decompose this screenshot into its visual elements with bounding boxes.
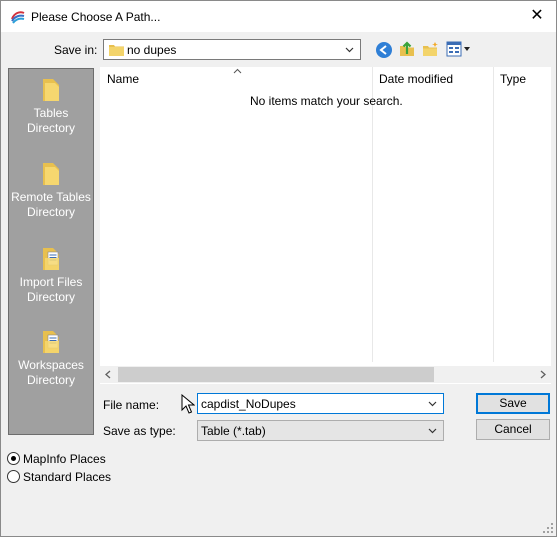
save-in-value: no dupes <box>127 43 177 57</box>
place-label: Remote Tables Directory <box>11 190 91 219</box>
save-in-combobox[interactable]: no dupes <box>103 39 361 60</box>
radio-selected-dot <box>11 456 16 461</box>
horizontal-scrollbar[interactable] <box>100 366 551 383</box>
place-workspaces-directory[interactable]: Workspaces Directory <box>9 329 93 388</box>
radio-mapinfo-places[interactable]: MapInfo Places <box>7 451 117 467</box>
new-folder-icon[interactable] <box>422 40 440 58</box>
save-button[interactable]: Save <box>476 393 550 414</box>
file-list[interactable]: Name Date modified Type No items match y… <box>100 67 551 384</box>
empty-message: No items match your search. <box>250 94 403 108</box>
sort-ascending-icon <box>233 68 242 74</box>
column-header-type[interactable]: Type <box>500 67 526 91</box>
save-as-type-select[interactable]: Table (*.tab) <box>197 420 444 441</box>
radio-label: Standard Places <box>23 470 112 484</box>
place-tables-directory[interactable]: Tables Directory <box>9 77 93 136</box>
save-in-label: Save in: <box>54 43 98 57</box>
scroll-right-icon[interactable] <box>539 370 547 379</box>
folder-document-icon <box>43 248 59 270</box>
back-icon[interactable] <box>375 41 393 59</box>
save-dialog: Please Choose A Path... ✕ Save in: no du… <box>0 0 557 537</box>
scrollbar-thumb[interactable] <box>118 367 434 382</box>
place-remote-tables-directory[interactable]: Remote Tables Directory <box>9 161 93 220</box>
resize-grip-icon[interactable] <box>542 522 554 534</box>
save-as-type-label: Save as type: <box>103 424 176 438</box>
places-bar: Tables Directory Remote Tables Directory… <box>8 68 94 435</box>
cancel-button[interactable]: Cancel <box>476 419 550 440</box>
chevron-down-icon[interactable] <box>428 399 437 408</box>
save-as-type-value: Table (*.tab) <box>201 424 266 438</box>
up-folder-icon[interactable] <box>398 40 416 58</box>
folder-icon <box>43 79 59 101</box>
folder-icon <box>109 45 124 56</box>
file-name-input[interactable]: capdist_NoDupes <box>197 393 444 414</box>
folder-icon <box>43 163 59 185</box>
window-title: Please Choose A Path... <box>31 10 161 24</box>
column-divider <box>493 67 494 362</box>
close-icon: ✕ <box>530 7 544 24</box>
folder-document-icon <box>43 331 59 353</box>
title-bar: Please Choose A Path... ✕ <box>1 1 556 32</box>
chevron-down-icon <box>428 428 437 434</box>
column-header-date-modified[interactable]: Date modified <box>379 67 453 91</box>
file-name-value: capdist_NoDupes <box>201 397 296 411</box>
place-label: Tables Directory <box>26 106 75 135</box>
chevron-down-icon <box>345 47 354 53</box>
column-divider <box>372 67 373 362</box>
radio-standard-places[interactable]: Standard Places <box>7 469 117 485</box>
mouse-cursor-icon <box>181 394 195 414</box>
place-label: Import Files Directory <box>19 275 83 304</box>
mapinfo-app-icon <box>11 11 25 24</box>
scroll-left-icon[interactable] <box>104 370 112 379</box>
close-button[interactable]: ✕ <box>524 4 550 28</box>
file-name-label: File name: <box>103 398 160 412</box>
radio-circle <box>7 452 20 465</box>
place-label: Workspaces Directory <box>18 358 84 387</box>
place-import-files-directory[interactable]: Import Files Directory <box>9 246 93 305</box>
column-header-name[interactable]: Name <box>107 67 139 91</box>
radio-label: MapInfo Places <box>23 452 106 466</box>
view-menu-icon[interactable] <box>446 41 472 58</box>
radio-circle <box>7 470 20 483</box>
